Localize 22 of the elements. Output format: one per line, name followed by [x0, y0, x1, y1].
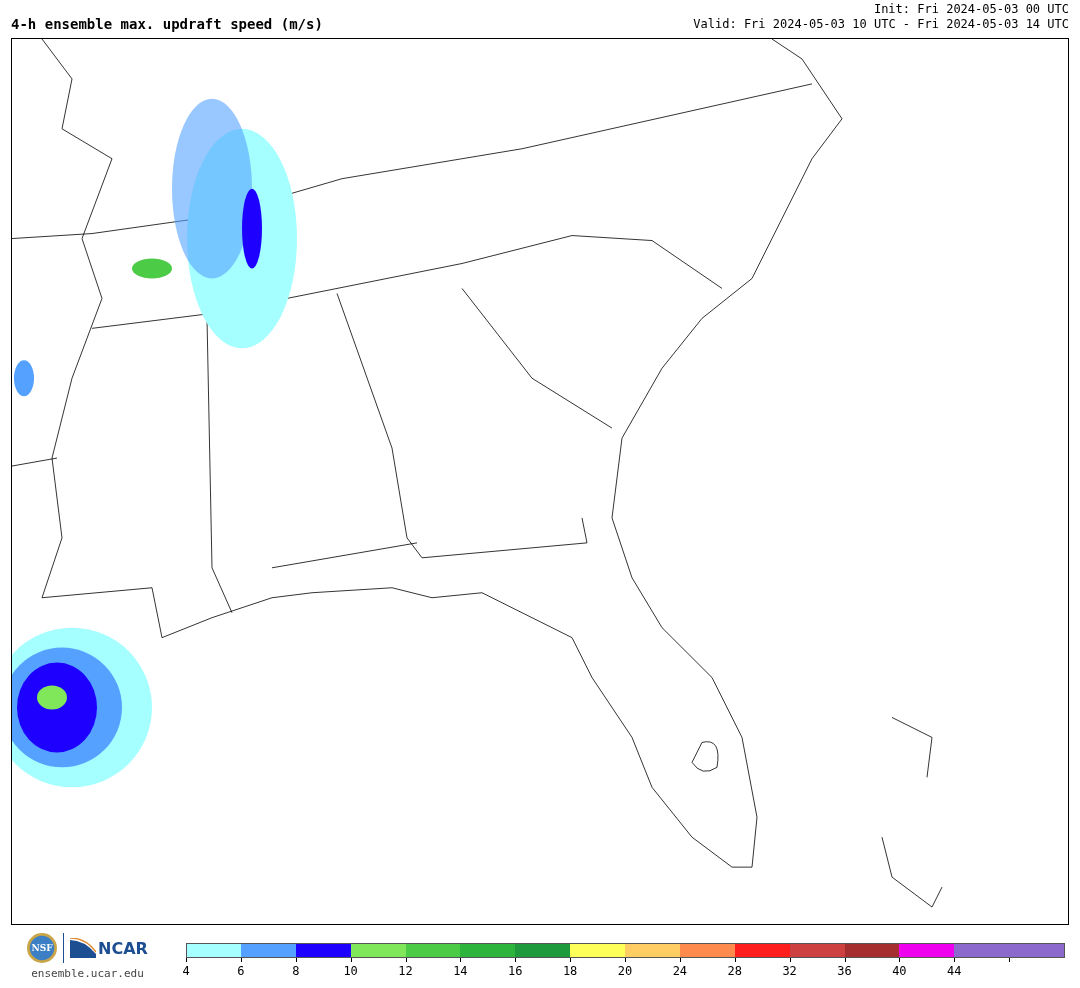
ncar-swoosh-icon	[70, 938, 97, 958]
tick-label: 4	[182, 964, 190, 978]
tick-label: 36	[837, 964, 852, 978]
tick-label: 14	[453, 964, 468, 978]
tick-label: 18	[562, 964, 578, 978]
tick-label: 6	[237, 964, 245, 978]
valid-time: Valid: Fri 2024-05-03 10 UTC - Fri 2024-05-03 14 UTC	[693, 17, 1069, 32]
tick-label: 10	[343, 964, 358, 978]
tick-label: 12	[398, 964, 413, 978]
tick-label: 40	[892, 964, 907, 978]
tick-label: 24	[672, 964, 688, 978]
tick-label: 28	[727, 964, 742, 978]
tick-label: 20	[617, 964, 633, 978]
tick-label: 8	[292, 964, 300, 978]
tick-label: 44	[947, 964, 962, 978]
ncar-logo-text: NCAR	[98, 938, 148, 958]
tick-label: 16	[508, 964, 523, 978]
nsf-logo: NSF	[27, 933, 58, 963]
tick-label: 32	[782, 964, 797, 978]
site-url: ensemble.ucar.edu	[31, 967, 144, 980]
plot-title: 4-h ensemble max. updraft speed (m/s)	[11, 16, 323, 32]
init-time: Init: Fri 2024-05-03 00 UTC	[873, 2, 1069, 17]
